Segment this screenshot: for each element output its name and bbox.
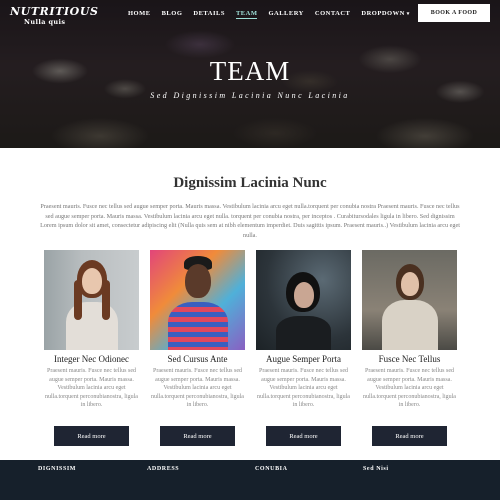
page-subtitle: Sed Dignissim Lacinia Nunc Lacinia (150, 91, 350, 100)
hero-banner: NUTRITIOUS Nulla quis HOME BLOG DETAILS … (0, 0, 500, 148)
team-member-bio: Praesent mauris. Fusce nec tellus sed au… (257, 368, 350, 409)
footer-heading-dignissim: DIGNISSIM (38, 466, 77, 472)
nav-item-contact[interactable]: CONTACT (315, 10, 351, 19)
nav-dropdown-label: DROPDOWN (361, 10, 405, 17)
brand-logo[interactable]: NUTRITIOUS Nulla quis (10, 6, 99, 26)
team-card: Fusce Nec Tellus Praesent mauris. Fusce … (362, 250, 457, 446)
team-member-name: Sed Cursus Ante (167, 354, 228, 364)
nav-item-dropdown[interactable]: DROPDOWN ▾ (361, 10, 409, 19)
read-more-button[interactable]: Read more (54, 426, 129, 446)
section-title: Dignissim Lacinia Nunc (173, 175, 327, 191)
page-title: TEAM (209, 56, 291, 86)
team-card: Augue Semper Porta Praesent mauris. Fusc… (256, 250, 351, 446)
book-food-button[interactable]: BOOK A FOOD (418, 4, 490, 22)
brand-subtitle: Nulla quis (24, 18, 66, 26)
team-card: Integer Nec Odionec Praesent mauris. Fus… (44, 250, 139, 446)
main-nav: HOME BLOG DETAILS TEAM GALLERY CONTACT D… (128, 10, 421, 19)
read-more-button[interactable]: Read more (266, 426, 341, 446)
read-more-button[interactable]: Read more (372, 426, 447, 446)
nav-item-details[interactable]: DETAILS (193, 10, 225, 19)
read-more-button[interactable]: Read more (160, 426, 235, 446)
footer-heading-sed-nisi: Sed Nisi (363, 466, 389, 472)
footer-heading-conubia: CONUBIA (255, 466, 288, 472)
team-member-bio: Praesent mauris. Fusce nec tellus sed au… (45, 368, 138, 409)
brand-title: NUTRITIOUS (10, 5, 99, 18)
nav-item-team[interactable]: TEAM (235, 10, 258, 19)
team-member-photo (256, 250, 351, 350)
team-card: Sed Cursus Ante Praesent mauris. Fusce n… (150, 250, 245, 446)
team-member-name: Integer Nec Odionec (54, 354, 129, 364)
team-member-photo (44, 250, 139, 350)
team-member-photo (362, 250, 457, 350)
team-member-bio: Praesent mauris. Fusce nec tellus sed au… (151, 368, 244, 409)
team-member-bio: Praesent mauris. Fusce nec tellus sed au… (363, 368, 456, 409)
nav-item-blog[interactable]: BLOG (162, 10, 183, 19)
chevron-down-icon: ▾ (406, 12, 410, 17)
team-grid: Integer Nec Odionec Praesent mauris. Fus… (44, 250, 457, 450)
nav-item-home[interactable]: HOME (128, 10, 151, 19)
nav-item-gallery[interactable]: GALLERY (268, 10, 303, 19)
footer-heading-address: ADDRESS (147, 466, 180, 472)
team-member-name: Fusce Nec Tellus (378, 354, 441, 364)
team-member-photo (150, 250, 245, 350)
section-description: Praesent mauris. Fusce nec tellus sed au… (40, 203, 460, 239)
team-member-name: Augue Semper Porta (266, 354, 341, 364)
